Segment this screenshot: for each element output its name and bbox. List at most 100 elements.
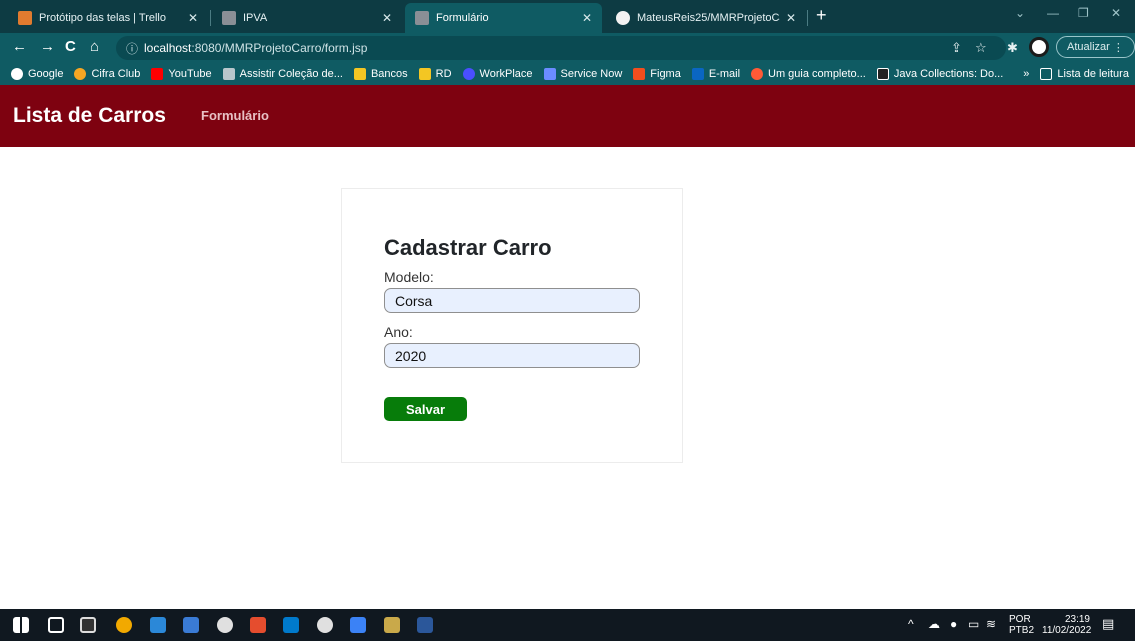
year-label: Ano: [384,324,413,340]
extensions-icon[interactable]: ✱ [1007,40,1018,56]
youtube-icon [151,68,164,80]
bookmark-label: Cifra Club [91,68,141,80]
task-view-icon[interactable] [48,617,64,633]
trello-favicon-icon [18,11,32,25]
language-indicator[interactable]: POR PTB2 [1009,614,1034,636]
bookmark-star-icon[interactable]: ☆ [975,40,987,56]
folder-icon [353,68,366,80]
model-label: Modelo: [384,269,434,285]
chrome-icon[interactable] [116,617,132,633]
forward-icon[interactable]: → [40,39,55,55]
vscode-icon[interactable] [283,617,299,633]
github-icon [616,11,630,25]
app-icon[interactable] [250,617,266,633]
bookmark-label: Service Now [560,68,623,80]
form-card: Cadastrar Carro Modelo: Ano: Salvar [341,188,683,463]
profile-avatar[interactable] [1029,37,1049,57]
model-field[interactable] [384,288,640,313]
bookmarks-overflow-button[interactable]: » [1023,68,1029,80]
close-icon[interactable]: ✕ [382,11,392,25]
home-icon[interactable]: ⌂ [90,39,99,55]
onedrive-icon[interactable]: ☁ [928,618,940,630]
bookmark-service-now[interactable]: Service Now [543,68,623,80]
bookmark-youtube[interactable]: YouTube [151,68,212,80]
tab-title: Formulário [436,12,489,24]
zoom-icon[interactable] [350,617,366,633]
google-icon [11,68,23,80]
back-icon[interactable]: ← [12,39,27,55]
tab-ipva[interactable]: IPVA ✕ [212,3,402,33]
microphone-icon[interactable]: ● [950,618,957,630]
bookmark-label: Assistir Coleção de... [239,68,343,80]
update-label: Atualizar [1067,41,1110,53]
windows-start-icon[interactable] [13,617,29,633]
nav-link-formulario[interactable]: Formulário [201,108,269,123]
service-now-icon [543,68,556,80]
bookmark-google[interactable]: Google [11,68,63,80]
folder-icon [418,68,431,80]
tab-trello[interactable]: Protótipo das telas | Trello ✕ [8,3,208,33]
wifi-icon[interactable]: ≋ [986,618,996,630]
bookmark-assistir[interactable]: Assistir Coleção de... [222,68,343,80]
bookmark-label: Google [28,68,64,80]
address-path: :8080/MMRProjetoCarro/form.jsp [191,41,368,55]
site-info-icon[interactable]: ⓘ [126,40,138,57]
app-icon[interactable] [217,617,233,633]
close-icon[interactable]: ✕ [582,11,592,25]
bookmark-workplace[interactable]: WorkPlace [462,68,533,80]
notifications-icon[interactable]: ▤ [1102,617,1114,630]
save-button[interactable]: Salvar [384,397,467,421]
reload-icon[interactable]: C [65,39,76,55]
tray-chevron-icon[interactable]: ^ [908,618,914,630]
bookmark-figma[interactable]: Figma [633,68,681,80]
outlook-icon [691,68,704,80]
app-icon[interactable] [384,617,400,633]
app-icon[interactable] [317,617,333,633]
bookmark-label: RD [435,68,452,80]
tab-formulario[interactable]: Formulário ✕ [405,3,602,33]
bookmarks-bar: Google Cifra Club YouTube Assistir Coleç… [0,63,1135,85]
close-icon[interactable]: ✕ [786,11,796,25]
tab-search-icon[interactable]: ⌄ [1015,6,1025,20]
clock-time: 23:19 [1064,614,1090,625]
address-bar[interactable]: ⓘ localhost :8080/MMRProjetoCarro/form.j… [116,36,1006,60]
restore-button[interactable]: ❐ [1078,6,1089,20]
bookmark-cifra-club[interactable]: Cifra Club [74,68,140,80]
page-icon [222,68,235,80]
workplace-icon [462,68,475,80]
bookmark-label: E-mail [708,68,741,80]
app-icon[interactable] [183,617,199,633]
bookmark-guia[interactable]: Um guia completo... [751,68,866,80]
reading-list-label: Lista de leitura [1057,68,1129,80]
close-icon[interactable]: ✕ [188,11,198,25]
tab-github[interactable]: MateusReis25/MMRProjetoCarro ✕ [606,3,806,33]
reading-list[interactable]: Lista de leitura [1040,68,1129,80]
new-tab-button[interactable]: + [816,5,827,26]
keyboard-layout-label: PTB2 [1009,625,1035,636]
bookmark-folder-bancos[interactable]: Bancos [353,68,408,80]
minimize-button[interactable]: — [1047,6,1059,20]
clock[interactable]: 23:19 11/02/2022 [1042,614,1091,636]
close-window-button[interactable]: ✕ [1111,6,1121,20]
app-brand[interactable]: Lista de Carros [13,104,166,128]
windows-taskbar: ^ ☁ ● ▭ ≋ POR PTB2 23:19 11/02/2022 ▤ [0,609,1135,641]
page-icon [876,68,889,80]
battery-icon[interactable]: ▭ [968,618,979,630]
address-host: localhost [144,41,192,55]
share-icon[interactable]: ⇪ [951,40,962,56]
browser-tab-strip: Protótipo das telas | Trello ✕ IPVA ✕ Fo… [0,0,1135,33]
bookmark-email[interactable]: E-mail [691,68,741,80]
word-icon[interactable] [417,617,433,633]
cifra-club-icon [74,68,87,80]
tab-title: IPVA [243,12,268,24]
bookmark-java-collections[interactable]: Java Collections: Do... [876,68,1003,80]
bookmark-label: WorkPlace [479,68,533,80]
tab-title: Protótipo das telas | Trello [39,12,166,24]
bookmark-folder-rd[interactable]: RD [418,68,452,80]
asterisk-icon [751,68,764,80]
terminal-icon[interactable] [80,617,96,633]
browser-toolbar: ← → C ⌂ ⓘ localhost :8080/MMRProjetoCarr… [0,33,1135,63]
file-explorer-icon[interactable] [150,617,166,633]
year-field[interactable] [384,343,640,368]
update-button[interactable]: Atualizar ⋮ [1056,36,1135,58]
